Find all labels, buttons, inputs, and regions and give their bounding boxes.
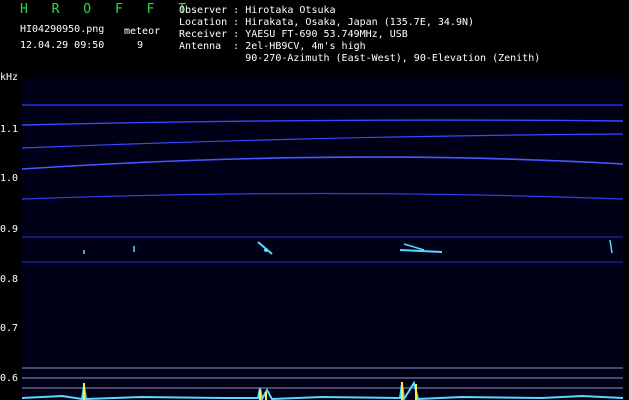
- antenna-line-2: 90-270-Azimuth (East-West), 90-Elevation…: [179, 53, 541, 64]
- meteor-count: 9: [137, 40, 144, 51]
- y-tick-0-8: 0.8: [0, 274, 19, 285]
- y-tick-0-6: 0.6: [0, 373, 19, 384]
- khz-unit-label: kHz: [0, 72, 19, 83]
- y-tick-0-7: 0.7: [0, 323, 19, 334]
- meteor-label: meteor: [124, 26, 161, 37]
- app-title: H R O F F T: [20, 2, 195, 17]
- y-tick-1-0: 1.0: [0, 173, 19, 184]
- hrofft-window: H R O F F T HI04290950.png 12.04.29 09:5…: [0, 0, 629, 400]
- date-time: 12.04.29 09:50: [20, 40, 105, 51]
- spectrogram-plot: [22, 78, 623, 400]
- file-name: HI04290950.png: [20, 24, 105, 35]
- noise-texture: [22, 78, 623, 400]
- antenna-line: Antenna : 2el-HB9CV, 4m's high: [179, 41, 366, 52]
- location-line: Location : Hirakata, Osaka, Japan (135.7…: [179, 17, 475, 28]
- y-tick-1-1: 1.1: [0, 124, 19, 135]
- receiver-line: Receiver : YAESU FT-690 53.749MHz, USB: [179, 29, 408, 40]
- observer-line: Observer : Hirotaka Otsuka: [179, 5, 336, 16]
- y-tick-0-9: 0.9: [0, 224, 19, 235]
